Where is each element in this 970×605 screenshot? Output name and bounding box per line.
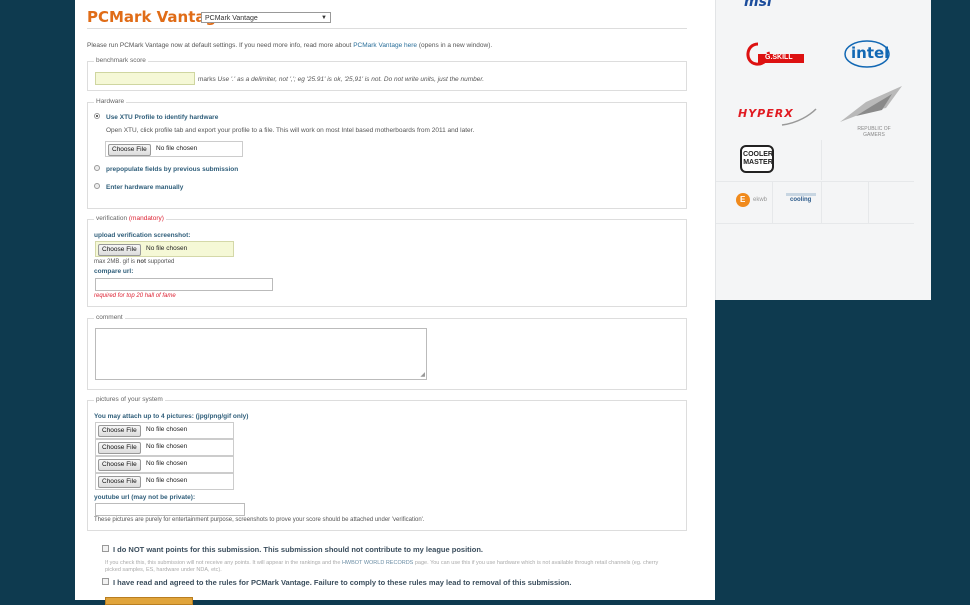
rog-logo[interactable]: REPUBLIC OF GAMERS [836,82,906,142]
file-status: No file chosen [146,477,188,484]
cooler-master-text: COOLER MASTER [743,151,773,167]
intro-sentence: Please run PCMark Vantage now at default… [87,42,352,49]
file-status: No file chosen [146,426,188,433]
benchmark-legend: benchmark score [94,57,148,64]
gskill-text: G.SKILL [765,54,793,61]
max-prefix: max 2MB. gif is [94,259,136,265]
intro-text: Please run PCMark Vantage now at default… [87,42,492,49]
benchmark-select-value: PCMark Vantage [205,15,258,22]
hwbot-records-link[interactable]: HWBOT WORLD RECORDS [342,560,413,566]
choose-file-button[interactable]: Choose File [98,476,141,488]
max-size-note: max 2MB. gif is not supported [94,259,174,265]
score-hint-text: Use '.' as a delimiter, not ','; eg '25.… [217,76,485,83]
cooling-text: cooling [790,197,812,203]
upload-screenshot-label: upload verification screenshot: [94,232,191,239]
cooling-bar-icon [786,193,816,196]
verification-legend: verification (mandatory) [94,215,166,222]
verification-fieldset: verification (mandatory) upload verifica… [87,215,687,307]
choose-file-button[interactable]: Choose File [98,244,141,256]
no-points-checkbox[interactable] [102,545,109,552]
pictures-fieldset: pictures of your system You may attach u… [87,396,687,531]
max-bold: not [136,259,147,265]
radio-manual[interactable] [94,183,100,189]
rog-text: REPUBLIC OF GAMERS [844,126,904,138]
attach-pictures-label: You may attach up to 4 pictures: (jpg/pn… [94,413,249,420]
intel-text: intel [851,44,890,62]
compare-url-input[interactable] [95,278,273,291]
option-prepopulate-label: prepopulate fields by previous submissio… [106,166,239,173]
choose-file-button[interactable]: Choose File [98,442,141,454]
grid-divider [716,181,914,182]
picture-file-input-1[interactable]: Choose File No file chosen [95,422,234,439]
sponsor-sidebar: msi G.SKILL intel HYPERX REPUBLIC OF GAM… [715,0,931,300]
comment-fieldset: comment ◢ [87,314,687,390]
youtube-url-label: youtube url (may not be private): [94,494,196,501]
hyperx-logo[interactable]: HYPERX [738,105,818,129]
compare-url-label: compare url: [94,268,134,275]
hardware-fieldset: Hardware Use XTU Profile to identify har… [87,98,687,209]
youtube-url-input[interactable] [95,503,245,516]
submit-button[interactable] [105,597,193,605]
no-points-fine-print: If you check this, this submission will … [105,560,665,574]
score-unit: marks [198,76,216,83]
main-content: PCMark Vantage PCMark Vantage ▼ Please r… [75,0,715,605]
required-note: required for top 20 hall of fame [94,293,176,299]
option-manual-label: Enter hardware manually [106,184,184,191]
picture-file-input-3[interactable]: Choose File No file chosen [95,456,234,473]
benchmark-score-fieldset: benchmark score marks Use '.' as a delim… [87,57,687,91]
file-status: No file chosen [146,443,188,450]
benchmark-select[interactable]: PCMark Vantage ▼ [201,12,331,23]
comment-legend: comment [94,314,125,321]
score-input[interactable] [95,72,195,85]
picture-file-input-4[interactable]: Choose File No file chosen [95,473,234,490]
file-status: No file chosen [146,245,188,252]
intro-suffix: (opens in a new window). [418,42,493,49]
title-row: PCMark Vantage PCMark Vantage ▼ [87,8,687,29]
verification-legend-text: verification [96,215,128,222]
file-status: No file chosen [146,460,188,467]
choose-file-button[interactable]: Choose File [108,144,151,156]
cooler-line2: MASTER [743,159,773,166]
grid-divider [868,182,869,223]
verification-file-input[interactable]: Choose File No file chosen [95,241,234,257]
cooling-logo[interactable]: cooling [786,193,826,209]
grid-divider [716,223,914,224]
grid-divider [821,182,822,223]
intro-link[interactable]: PCMark Vantage here [353,42,417,49]
msi-logo[interactable]: msi [744,0,772,10]
option-xtu-label: Use XTU Profile to identify hardware [106,114,219,121]
hyperx-swoosh-icon [781,108,817,126]
radio-xtu[interactable] [94,113,100,119]
pictures-legend: pictures of your system [94,396,165,403]
max-suffix: supported [147,259,175,265]
comment-textarea[interactable]: ◢ [95,328,427,380]
score-hint: marks Use '.' as a delimiter, not ','; e… [198,76,484,83]
fine-print-a: If you check this, this submission will … [105,560,341,566]
grid-divider [772,182,773,223]
intel-logo[interactable]: intel [843,38,891,70]
pictures-note: These pictures are purely for entertainm… [94,517,425,523]
rules-label: I have read and agreed to the rules for … [113,578,572,587]
no-points-label: I do NOT want points for this submission… [113,545,484,554]
xtu-file-input[interactable]: Choose File No file chosen [105,141,243,157]
hardware-legend: Hardware [94,98,127,105]
rules-checkbox[interactable] [102,578,109,585]
mandatory-tag: (mandatory) [128,215,164,222]
ekwb-mark-icon: E [740,195,746,204]
picture-file-input-2[interactable]: Choose File No file chosen [95,439,234,456]
ekwb-text: ekwb [753,197,768,203]
file-status: No file chosen [156,145,198,152]
grid-divider [821,140,822,180]
choose-file-button[interactable]: Choose File [98,459,141,471]
cooler-line1: COOLER [743,151,773,158]
xtu-description: Open XTU, click profile tab and export y… [106,127,475,134]
dropdown-arrow-icon: ▼ [321,15,327,21]
resize-handle-icon[interactable]: ◢ [420,371,425,378]
rog-eye-icon [840,86,902,122]
choose-file-button[interactable]: Choose File [98,425,141,437]
rog-line2: GAMERS [863,132,885,138]
radio-prepopulate[interactable] [94,165,100,171]
gskill-logo[interactable]: G.SKILL [740,38,810,70]
cooler-master-logo[interactable]: COOLER MASTER [740,145,776,175]
